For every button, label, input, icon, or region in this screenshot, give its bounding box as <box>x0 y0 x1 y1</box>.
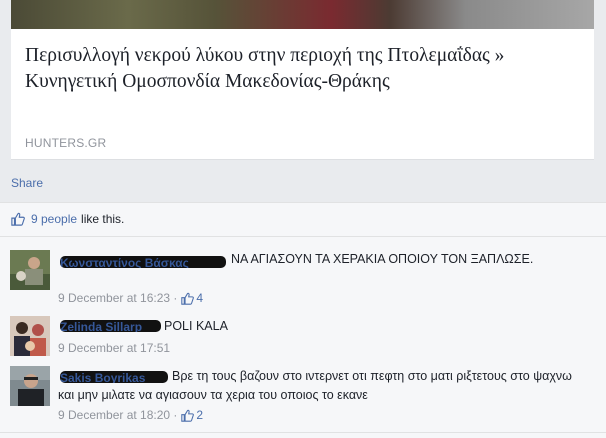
comment-timestamp[interactable]: 9 December at 17:51 <box>58 341 170 355</box>
comment-timestamp[interactable]: 9 December at 18:20 <box>58 408 170 422</box>
avatar[interactable] <box>10 250 50 290</box>
link-preview-image[interactable] <box>11 0 594 29</box>
link-source: HUNTERS.GR <box>25 136 107 150</box>
divider <box>0 236 606 237</box>
comment-text: POLI KALA <box>164 319 228 333</box>
comment-likes[interactable]: 4 <box>181 291 203 305</box>
avatar[interactable] <box>10 316 50 356</box>
comment-meta: 9 December at 17:51 <box>58 341 170 355</box>
share-button[interactable]: Share <box>11 176 43 190</box>
likes-summary: 9 people like this. <box>11 212 124 226</box>
link-title[interactable]: Περισυλλογή νεκρού λύκου στην περιοχή τη… <box>25 43 575 95</box>
thumbs-up-icon <box>11 212 25 226</box>
comment-text: ΝΑ ΑΓΙΑΣΟΥΝ ΤΑ ΧΕΡΑΚΙΑ ΟΠΟΙΟΥ ΤΟΝ ΞΑΠΛΩΣ… <box>231 252 534 266</box>
comment-text: Βρε τη τους βαζουν στο ιντερνετ οτι πεφτ… <box>58 369 572 402</box>
meta-dot: · <box>170 291 178 305</box>
divider <box>0 432 606 433</box>
comment-like-count: 2 <box>196 408 204 422</box>
thumbs-up-icon <box>181 292 195 305</box>
thumbs-up-icon <box>181 409 195 422</box>
comment-meta: 9 December at 18:20 · 2 <box>58 408 203 422</box>
likes-people-link[interactable]: 9 people <box>31 212 77 226</box>
comment-author[interactable]: Κωνσταντίνος Βάσκας <box>60 256 226 268</box>
comment-like-count: 4 <box>196 291 204 305</box>
avatar[interactable] <box>10 366 50 406</box>
link-preview-card[interactable]: Περισυλλογή νεκρού λύκου στην περιοχή τη… <box>11 29 594 160</box>
comment-author[interactable]: Zelinda Sillarp <box>60 320 161 332</box>
comment-meta: 9 December at 16:23 · 4 <box>58 291 203 305</box>
comment-timestamp[interactable]: 9 December at 16:23 <box>58 291 170 305</box>
comment-likes[interactable]: 2 <box>181 408 203 422</box>
meta-dot: · <box>170 408 178 422</box>
likes-suffix: like this. <box>81 212 125 226</box>
